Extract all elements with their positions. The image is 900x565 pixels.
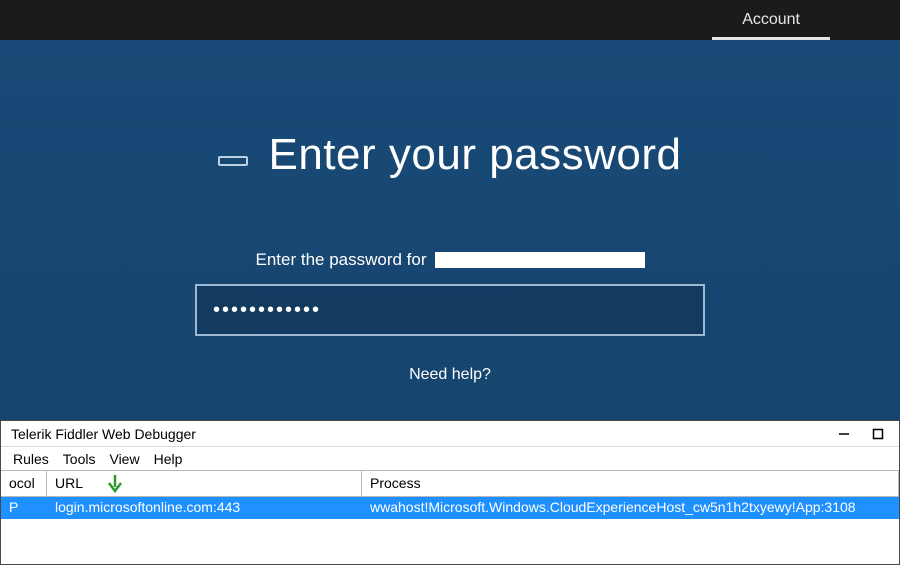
- green-arrow-icon: [105, 473, 125, 496]
- tab-account-label: Account: [742, 11, 800, 28]
- col-header-url-label: URL: [55, 475, 83, 491]
- menu-view[interactable]: View: [109, 451, 139, 467]
- headline-row: Enter your password: [218, 130, 681, 180]
- col-header-url[interactable]: URL: [47, 471, 362, 496]
- menu-rules[interactable]: Rules: [13, 451, 49, 467]
- cell-protocol: P: [1, 497, 47, 519]
- password-input[interactable]: ••••••••••••: [195, 284, 705, 336]
- redacted-email: [435, 252, 645, 268]
- minimize-icon: [838, 428, 850, 440]
- need-help-link[interactable]: Need help?: [409, 366, 491, 384]
- maximize-icon: [872, 428, 884, 440]
- password-mask: ••••••••••••: [213, 299, 321, 322]
- fiddler-title: Telerik Fiddler Web Debugger: [11, 426, 825, 442]
- credential-icon: [218, 156, 248, 166]
- fiddler-column-headers: ocol URL Process: [1, 471, 899, 497]
- menu-help[interactable]: Help: [154, 451, 183, 467]
- fiddler-menubar: Rules Tools View Help: [1, 447, 899, 471]
- fiddler-titlebar[interactable]: Telerik Fiddler Web Debugger: [1, 421, 899, 447]
- cell-url: login.microsoftonline.com:443: [47, 497, 362, 519]
- menu-tools[interactable]: Tools: [63, 451, 96, 467]
- fiddler-window: Telerik Fiddler Web Debugger Rules Tools…: [0, 420, 900, 565]
- session-row[interactable]: P login.microsoftonline.com:443 wwahost!…: [1, 497, 899, 519]
- password-prompt-text: Enter the password for: [255, 250, 426, 270]
- password-prompt: Enter the password for: [255, 250, 644, 270]
- col-header-protocol[interactable]: ocol: [1, 471, 47, 496]
- top-bar: Account: [0, 0, 900, 40]
- cell-process: wwahost!Microsoft.Windows.CloudExperienc…: [362, 497, 899, 519]
- col-header-process[interactable]: Process: [362, 471, 899, 496]
- fiddler-empty-area: [1, 519, 899, 564]
- tab-account[interactable]: Account: [712, 1, 830, 40]
- maximize-button[interactable]: [863, 424, 893, 444]
- minimize-button[interactable]: [829, 424, 859, 444]
- page-title: Enter your password: [268, 130, 681, 180]
- need-help-label: Need help?: [409, 366, 491, 383]
